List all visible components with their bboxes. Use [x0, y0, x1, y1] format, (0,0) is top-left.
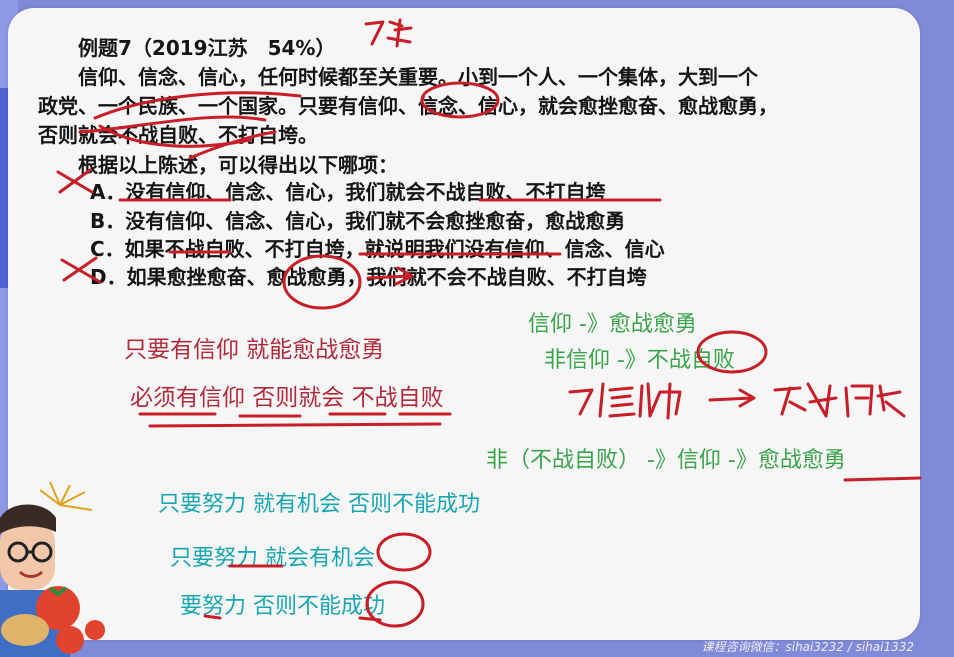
circle-xinyang: [420, 81, 500, 119]
circle-note-teal-2: [376, 532, 432, 572]
cross-option-d: [60, 256, 102, 284]
underline-note-red-2: [138, 412, 452, 418]
underline-option-c: [168, 250, 562, 256]
arrow-option-d: [366, 266, 414, 286]
teacher-avatar: [0, 481, 105, 657]
handwriting-mark-2: [568, 382, 906, 420]
underline-note-red-2b: [148, 422, 442, 428]
handwriting-annotations: [56, 18, 922, 628]
firework-icon: [39, 481, 93, 511]
peanut-icon: [1, 614, 49, 646]
handwriting-mark-1: [364, 18, 413, 48]
circle-option-d: [282, 254, 362, 310]
circle-note-green-2: [696, 330, 768, 374]
watermark: 课程咨询微信：sihai3232 / sihai1332: [701, 640, 914, 654]
underline-note-teal-3: [203, 614, 382, 622]
underline-note-green-3: [843, 476, 922, 482]
cross-option-a: [56, 168, 94, 194]
stroke-stem-1: [93, 91, 302, 120]
